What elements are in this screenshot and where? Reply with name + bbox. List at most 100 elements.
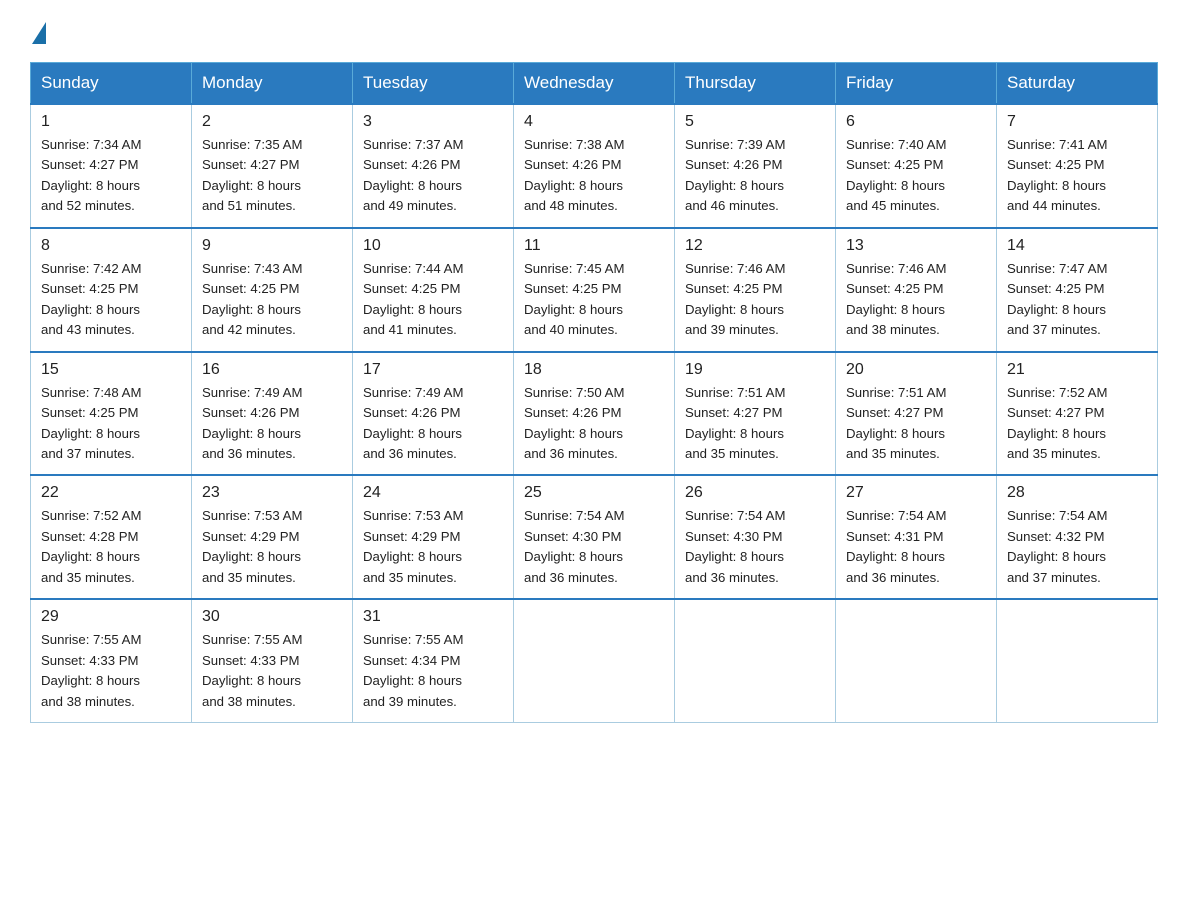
calendar-table: SundayMondayTuesdayWednesdayThursdayFrid… (30, 62, 1158, 723)
day-info: Sunrise: 7:37 AMSunset: 4:26 PMDaylight:… (363, 137, 463, 213)
day-number: 15 (41, 361, 181, 379)
header-friday: Friday (836, 63, 997, 105)
empty-cell (997, 599, 1158, 722)
day-info: Sunrise: 7:48 AMSunset: 4:25 PMDaylight:… (41, 385, 141, 461)
logo-triangle-icon (32, 22, 46, 44)
day-number: 14 (1007, 237, 1147, 255)
day-number: 8 (41, 237, 181, 255)
day-number: 12 (685, 237, 825, 255)
day-number: 26 (685, 484, 825, 502)
week-row-5: 29 Sunrise: 7:55 AMSunset: 4:33 PMDaylig… (31, 599, 1158, 722)
day-info: Sunrise: 7:35 AMSunset: 4:27 PMDaylight:… (202, 137, 302, 213)
day-number: 22 (41, 484, 181, 502)
day-cell-11: 11 Sunrise: 7:45 AMSunset: 4:25 PMDaylig… (514, 228, 675, 352)
day-cell-14: 14 Sunrise: 7:47 AMSunset: 4:25 PMDaylig… (997, 228, 1158, 352)
header-monday: Monday (192, 63, 353, 105)
logo (30, 20, 46, 44)
day-cell-28: 28 Sunrise: 7:54 AMSunset: 4:32 PMDaylig… (997, 475, 1158, 599)
day-info: Sunrise: 7:44 AMSunset: 4:25 PMDaylight:… (363, 261, 463, 337)
day-cell-17: 17 Sunrise: 7:49 AMSunset: 4:26 PMDaylig… (353, 352, 514, 476)
day-cell-18: 18 Sunrise: 7:50 AMSunset: 4:26 PMDaylig… (514, 352, 675, 476)
day-number: 30 (202, 608, 342, 626)
day-info: Sunrise: 7:49 AMSunset: 4:26 PMDaylight:… (202, 385, 302, 461)
day-info: Sunrise: 7:52 AMSunset: 4:27 PMDaylight:… (1007, 385, 1107, 461)
day-info: Sunrise: 7:39 AMSunset: 4:26 PMDaylight:… (685, 137, 785, 213)
day-info: Sunrise: 7:54 AMSunset: 4:32 PMDaylight:… (1007, 508, 1107, 584)
day-number: 17 (363, 361, 503, 379)
day-cell-3: 3 Sunrise: 7:37 AMSunset: 4:26 PMDayligh… (353, 104, 514, 228)
day-cell-2: 2 Sunrise: 7:35 AMSunset: 4:27 PMDayligh… (192, 104, 353, 228)
day-cell-22: 22 Sunrise: 7:52 AMSunset: 4:28 PMDaylig… (31, 475, 192, 599)
day-number: 18 (524, 361, 664, 379)
day-cell-4: 4 Sunrise: 7:38 AMSunset: 4:26 PMDayligh… (514, 104, 675, 228)
day-info: Sunrise: 7:46 AMSunset: 4:25 PMDaylight:… (846, 261, 946, 337)
day-cell-29: 29 Sunrise: 7:55 AMSunset: 4:33 PMDaylig… (31, 599, 192, 722)
day-number: 3 (363, 113, 503, 131)
day-info: Sunrise: 7:45 AMSunset: 4:25 PMDaylight:… (524, 261, 624, 337)
day-info: Sunrise: 7:42 AMSunset: 4:25 PMDaylight:… (41, 261, 141, 337)
day-cell-27: 27 Sunrise: 7:54 AMSunset: 4:31 PMDaylig… (836, 475, 997, 599)
day-number: 28 (1007, 484, 1147, 502)
day-cell-1: 1 Sunrise: 7:34 AMSunset: 4:27 PMDayligh… (31, 104, 192, 228)
day-info: Sunrise: 7:40 AMSunset: 4:25 PMDaylight:… (846, 137, 946, 213)
day-cell-16: 16 Sunrise: 7:49 AMSunset: 4:26 PMDaylig… (192, 352, 353, 476)
day-number: 11 (524, 237, 664, 255)
day-cell-7: 7 Sunrise: 7:41 AMSunset: 4:25 PMDayligh… (997, 104, 1158, 228)
day-info: Sunrise: 7:51 AMSunset: 4:27 PMDaylight:… (685, 385, 785, 461)
day-number: 9 (202, 237, 342, 255)
day-info: Sunrise: 7:51 AMSunset: 4:27 PMDaylight:… (846, 385, 946, 461)
day-cell-5: 5 Sunrise: 7:39 AMSunset: 4:26 PMDayligh… (675, 104, 836, 228)
day-number: 29 (41, 608, 181, 626)
day-cell-10: 10 Sunrise: 7:44 AMSunset: 4:25 PMDaylig… (353, 228, 514, 352)
day-info: Sunrise: 7:55 AMSunset: 4:34 PMDaylight:… (363, 632, 463, 708)
day-number: 10 (363, 237, 503, 255)
day-info: Sunrise: 7:47 AMSunset: 4:25 PMDaylight:… (1007, 261, 1107, 337)
day-info: Sunrise: 7:34 AMSunset: 4:27 PMDaylight:… (41, 137, 141, 213)
day-info: Sunrise: 7:43 AMSunset: 4:25 PMDaylight:… (202, 261, 302, 337)
day-number: 23 (202, 484, 342, 502)
day-info: Sunrise: 7:53 AMSunset: 4:29 PMDaylight:… (202, 508, 302, 584)
day-cell-20: 20 Sunrise: 7:51 AMSunset: 4:27 PMDaylig… (836, 352, 997, 476)
day-cell-24: 24 Sunrise: 7:53 AMSunset: 4:29 PMDaylig… (353, 475, 514, 599)
day-number: 21 (1007, 361, 1147, 379)
day-cell-8: 8 Sunrise: 7:42 AMSunset: 4:25 PMDayligh… (31, 228, 192, 352)
day-info: Sunrise: 7:41 AMSunset: 4:25 PMDaylight:… (1007, 137, 1107, 213)
day-cell-6: 6 Sunrise: 7:40 AMSunset: 4:25 PMDayligh… (836, 104, 997, 228)
day-number: 1 (41, 113, 181, 131)
week-row-3: 15 Sunrise: 7:48 AMSunset: 4:25 PMDaylig… (31, 352, 1158, 476)
day-number: 7 (1007, 113, 1147, 131)
week-row-2: 8 Sunrise: 7:42 AMSunset: 4:25 PMDayligh… (31, 228, 1158, 352)
day-number: 27 (846, 484, 986, 502)
week-row-1: 1 Sunrise: 7:34 AMSunset: 4:27 PMDayligh… (31, 104, 1158, 228)
day-cell-26: 26 Sunrise: 7:54 AMSunset: 4:30 PMDaylig… (675, 475, 836, 599)
day-cell-30: 30 Sunrise: 7:55 AMSunset: 4:33 PMDaylig… (192, 599, 353, 722)
day-cell-15: 15 Sunrise: 7:48 AMSunset: 4:25 PMDaylig… (31, 352, 192, 476)
empty-cell (675, 599, 836, 722)
day-info: Sunrise: 7:54 AMSunset: 4:31 PMDaylight:… (846, 508, 946, 584)
day-cell-31: 31 Sunrise: 7:55 AMSunset: 4:34 PMDaylig… (353, 599, 514, 722)
header-sunday: Sunday (31, 63, 192, 105)
day-number: 5 (685, 113, 825, 131)
header-wednesday: Wednesday (514, 63, 675, 105)
day-info: Sunrise: 7:54 AMSunset: 4:30 PMDaylight:… (685, 508, 785, 584)
day-number: 19 (685, 361, 825, 379)
day-number: 4 (524, 113, 664, 131)
day-info: Sunrise: 7:46 AMSunset: 4:25 PMDaylight:… (685, 261, 785, 337)
header-saturday: Saturday (997, 63, 1158, 105)
day-cell-21: 21 Sunrise: 7:52 AMSunset: 4:27 PMDaylig… (997, 352, 1158, 476)
day-number: 2 (202, 113, 342, 131)
day-info: Sunrise: 7:38 AMSunset: 4:26 PMDaylight:… (524, 137, 624, 213)
day-info: Sunrise: 7:52 AMSunset: 4:28 PMDaylight:… (41, 508, 141, 584)
day-info: Sunrise: 7:55 AMSunset: 4:33 PMDaylight:… (202, 632, 302, 708)
calendar-header-row: SundayMondayTuesdayWednesdayThursdayFrid… (31, 63, 1158, 105)
day-cell-13: 13 Sunrise: 7:46 AMSunset: 4:25 PMDaylig… (836, 228, 997, 352)
day-cell-19: 19 Sunrise: 7:51 AMSunset: 4:27 PMDaylig… (675, 352, 836, 476)
day-info: Sunrise: 7:54 AMSunset: 4:30 PMDaylight:… (524, 508, 624, 584)
day-cell-9: 9 Sunrise: 7:43 AMSunset: 4:25 PMDayligh… (192, 228, 353, 352)
day-number: 24 (363, 484, 503, 502)
empty-cell (514, 599, 675, 722)
day-cell-25: 25 Sunrise: 7:54 AMSunset: 4:30 PMDaylig… (514, 475, 675, 599)
day-number: 25 (524, 484, 664, 502)
day-cell-23: 23 Sunrise: 7:53 AMSunset: 4:29 PMDaylig… (192, 475, 353, 599)
day-number: 31 (363, 608, 503, 626)
